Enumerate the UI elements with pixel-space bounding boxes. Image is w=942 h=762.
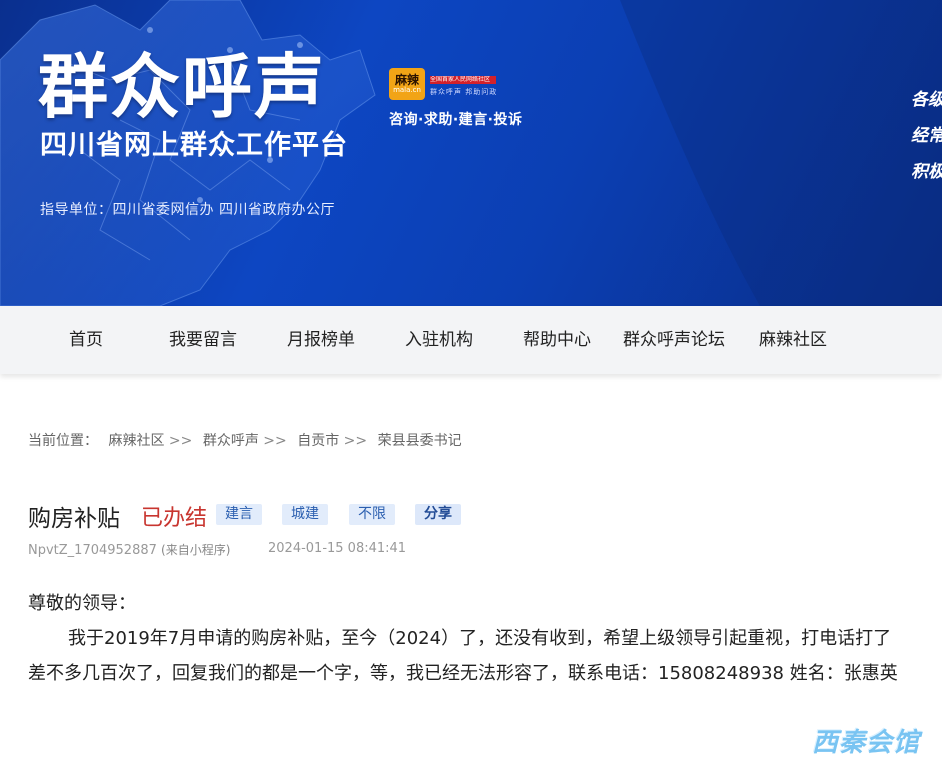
banner-right-line: 各级 xyxy=(911,90,942,110)
share-button[interactable]: 分享 xyxy=(415,504,461,525)
main-nav: 首页 我要留言 月报榜单 入驻机构 帮助中心 群众呼声论坛 麻辣社区 xyxy=(0,306,942,374)
post-author-meta: NpvtZ_1704952887 (来自小程序) xyxy=(28,541,230,558)
status-badge: 已办结 xyxy=(141,506,208,531)
breadcrumb-separator: >> xyxy=(168,433,193,449)
logo-slogan: 群众呼声 邦助问政 xyxy=(430,88,498,96)
tag-unlimited[interactable]: 不限 xyxy=(349,504,395,525)
post-body: 尊敬的领导： 我于2019年7月申请的购房补贴，至今（2024）了，还没有收到，… xyxy=(28,586,908,691)
breadcrumb-separator: >> xyxy=(343,433,368,449)
nav-item-home[interactable]: 首页 xyxy=(69,306,103,374)
tag-urban-construction[interactable]: 城建 xyxy=(282,504,328,525)
nav-item-leave-message[interactable]: 我要留言 xyxy=(169,306,237,374)
post-greeting: 尊敬的领导： xyxy=(28,593,136,614)
breadcrumb-label: 当前位置： xyxy=(28,433,98,449)
nav-item-mala-community[interactable]: 麻辣社区 xyxy=(759,306,827,374)
post-author: NpvtZ_1704952887 xyxy=(28,543,157,558)
banner-right-line: 经常 xyxy=(911,126,942,146)
watermark-logo: 西秦会馆 xyxy=(812,728,921,758)
banner-guide-units: 指导单位：四川省委网信办 四川省政府办公厅 xyxy=(40,202,335,218)
logo-red-banner: 全国首家人民网络社区 xyxy=(430,76,496,84)
mala-logo[interactable]: 麻辣 mala.cn xyxy=(389,68,425,100)
post-content: 我于2019年7月申请的购房补贴，至今（2024）了，还没有收到，希望上级领导引… xyxy=(28,628,898,684)
nav-item-institutions[interactable]: 入驻机构 xyxy=(405,306,473,374)
banner-right-text: 各级 经常 积极 xyxy=(911,88,942,196)
post-timestamp: 2024-01-15 08:41:41 xyxy=(268,541,407,556)
banner-services: 咨询·求助·建言·投诉 xyxy=(389,112,523,128)
breadcrumb-link-zigong[interactable]: 自贡市 xyxy=(297,433,339,449)
post-source: (来自小程序) xyxy=(161,543,231,557)
nav-item-help-center[interactable]: 帮助中心 xyxy=(523,306,591,374)
breadcrumb-link-mala[interactable]: 麻辣社区 xyxy=(108,433,164,449)
nav-item-forum[interactable]: 群众呼声论坛 xyxy=(623,306,725,374)
breadcrumb-link-qunzhong[interactable]: 群众呼声 xyxy=(203,433,259,449)
banner-subtitle: 四川省网上群众工作平台 xyxy=(40,130,348,161)
header-banner: 群众呼声 四川省网上群众工作平台 指导单位：四川省委网信办 四川省政府办公厅 麻… xyxy=(0,0,942,306)
breadcrumb-link-rongxian[interactable]: 荣县县委书记 xyxy=(378,433,462,449)
tag-suggestion[interactable]: 建言 xyxy=(216,504,262,525)
post-title: 购房补贴 xyxy=(28,506,120,532)
banner-title: 群众呼声 xyxy=(38,46,326,128)
breadcrumb: 当前位置： 麻辣社区 >> 群众呼声 >> 自贡市 >> 荣县县委书记 xyxy=(28,430,462,450)
breadcrumb-separator: >> xyxy=(263,433,287,449)
banner-right-line: 积极 xyxy=(911,162,942,182)
mala-logo-domain: mala.cn xyxy=(393,86,421,95)
nav-item-monthly-ranking[interactable]: 月报榜单 xyxy=(287,306,355,374)
